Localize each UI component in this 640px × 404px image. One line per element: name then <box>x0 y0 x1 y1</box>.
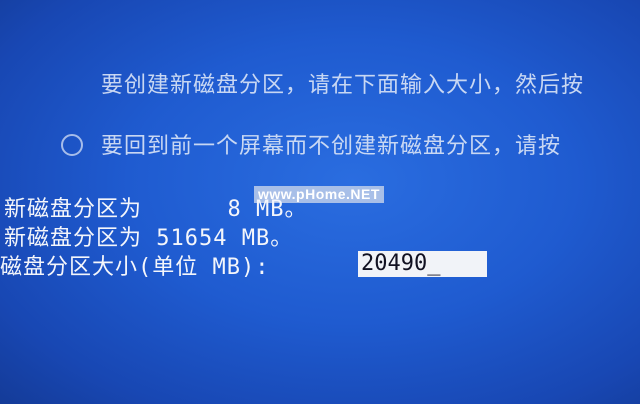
instruction-create-text: 要创建新磁盘分区，请在下面输入大小，然后按 <box>100 73 584 98</box>
max-size-line: 新磁盘分区为 51654 MB。 <box>4 226 294 251</box>
setup-screen: 要创建新磁盘分区，请在下面输入大小，然后按 要回到前一个屏幕而不创建新磁盘分区，… <box>0 0 640 404</box>
bullet-icon <box>60 134 83 156</box>
instruction-back: 要回到前一个屏幕而不创建新磁盘分区，请按 <box>4 108 561 186</box>
size-prompt: 磁盘分区大小(单位 MB): <box>0 255 270 280</box>
partition-size-input[interactable]: 20490_ <box>358 251 487 277</box>
instruction-back-text: 要回到前一个屏幕而不创建新磁盘分区，请按 <box>100 134 561 159</box>
min-size-line: 新磁盘分区为 8 MB。 <box>4 197 308 222</box>
